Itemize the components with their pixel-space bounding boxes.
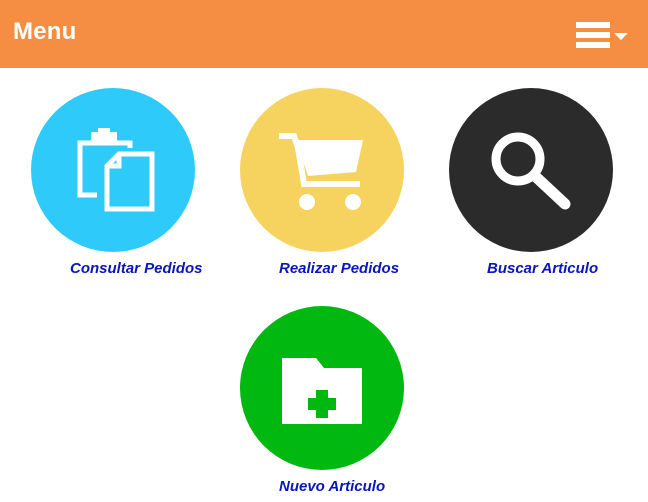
realizar-pedidos-label[interactable]: Realizar Pedidos — [279, 260, 399, 278]
magnifier-icon — [491, 132, 571, 210]
clipboard-documents-icon — [77, 128, 155, 212]
consultar-pedidos-tile[interactable]: Consultar Pedidos — [31, 88, 231, 283]
nuevo-articulo-label[interactable]: Nuevo Articulo — [279, 478, 385, 496]
buscar-articulo-button[interactable] — [449, 88, 613, 252]
shopping-cart-icon — [279, 133, 363, 210]
consultar-pedidos-button[interactable] — [31, 88, 195, 252]
app-header: Menu — [0, 0, 648, 68]
folder-plus-icon — [282, 358, 362, 424]
nuevo-articulo-button[interactable] — [240, 306, 404, 470]
realizar-pedidos-button[interactable] — [240, 88, 404, 252]
page-title: Menu — [13, 18, 77, 45]
consultar-pedidos-label[interactable]: Consultar Pedidos — [70, 260, 203, 278]
hamburger-menu-icon — [576, 22, 628, 48]
realizar-pedidos-tile[interactable]: Realizar Pedidos — [240, 88, 440, 283]
buscar-articulo-label[interactable]: Buscar Articulo — [487, 260, 598, 278]
buscar-articulo-tile[interactable]: Buscar Articulo — [449, 88, 639, 283]
nuevo-articulo-tile[interactable]: Nuevo Articulo — [240, 306, 440, 501]
menu-toggle-button[interactable] — [574, 20, 632, 54]
